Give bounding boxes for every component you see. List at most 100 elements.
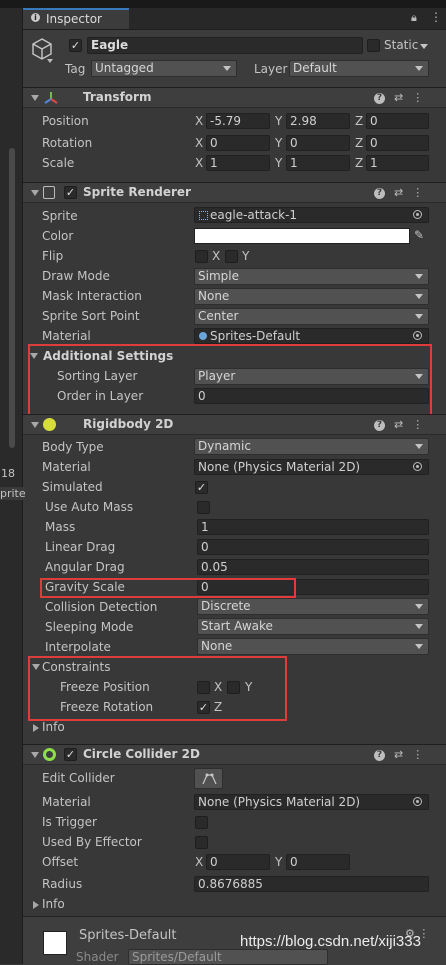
object-picker-icon[interactable] <box>413 210 422 219</box>
edit-collider-label: Edit Collider <box>42 771 115 785</box>
is-trigger-checkbox[interactable] <box>195 816 208 829</box>
more-menu-icon[interactable]: ⋮ <box>430 10 442 24</box>
mass-input[interactable]: 1 <box>197 519 429 535</box>
preset-icon[interactable]: ⇄ <box>394 418 403 431</box>
cc-material-field[interactable]: None (Physics Material 2D) <box>194 794 429 810</box>
shader-dropdown[interactable]: Sprites/Default <box>128 949 328 965</box>
offset-label: Offset <box>42 855 79 869</box>
tab-inspector[interactable]: i Inspector <box>23 8 129 29</box>
static-dropdown-icon[interactable] <box>420 44 428 49</box>
help-icon[interactable]: ? <box>374 419 385 431</box>
highlight-box-constraints <box>28 656 287 721</box>
rigidbody-title: Rigidbody 2D <box>83 417 174 431</box>
object-picker-icon[interactable] <box>413 797 422 806</box>
cc-info-label[interactable]: Info <box>42 897 65 911</box>
flip-y-checkbox[interactable] <box>225 250 238 263</box>
offset-x-input[interactable]: 0 <box>206 854 270 870</box>
offset-y-input[interactable]: 0 <box>286 854 350 870</box>
preset-icon[interactable]: ⇄ <box>394 91 403 104</box>
z-label: Z <box>355 114 364 128</box>
position-label: Position <box>42 114 89 128</box>
radius-input[interactable]: 0.8676885 <box>194 876 429 892</box>
x-label: X <box>195 855 204 869</box>
context-menu-icon[interactable]: ⋮ <box>412 91 423 104</box>
interpolate-value: None <box>201 639 233 653</box>
active-checkbox[interactable]: ✓ <box>69 39 82 52</box>
help-icon[interactable]: ? <box>374 92 385 104</box>
left-scrollbar[interactable] <box>9 148 15 448</box>
mask-interaction-dropdown[interactable]: None <box>194 288 429 305</box>
body-type-value: Dynamic <box>198 439 251 453</box>
position-z-input[interactable]: 0 <box>366 113 429 129</box>
body-type-dropdown[interactable]: Dynamic <box>194 438 429 455</box>
scale-z-input[interactable]: 1 <box>366 155 429 171</box>
linear-drag-input[interactable]: 0 <box>197 539 429 555</box>
sprite-field[interactable]: eagle-attack-1 <box>194 207 429 223</box>
x-label: X <box>212 249 221 263</box>
transform-header[interactable]: Transform ? ⇄ ⋮ <box>23 87 446 108</box>
sort-point-dropdown[interactable]: Center <box>194 308 429 325</box>
icon-dropdown-arrow-icon[interactable] <box>47 59 53 63</box>
collapse-arrow-icon[interactable] <box>31 190 39 196</box>
x-label: X <box>195 156 204 170</box>
cc-material-label: Material <box>42 795 91 809</box>
sprite-renderer-enabled-checkbox[interactable]: ✓ <box>64 186 77 199</box>
rb-info-label[interactable]: Info <box>42 720 65 734</box>
sprite-renderer-header[interactable]: ✓ Sprite Renderer ? ⇄ ⋮ <box>23 182 446 203</box>
context-menu-icon[interactable]: ⋮ <box>412 418 423 431</box>
preset-icon[interactable]: ⇄ <box>394 186 403 199</box>
material-preview <box>43 931 67 955</box>
help-icon[interactable]: ? <box>374 187 385 199</box>
shader-label: Shader <box>76 950 119 964</box>
help-icon[interactable]: ? <box>374 749 385 761</box>
static-checkbox[interactable] <box>367 39 380 52</box>
collision-detection-dropdown[interactable]: Discrete <box>197 598 429 615</box>
angular-drag-input[interactable]: 0.05 <box>197 559 429 575</box>
circle-collider-header[interactable]: ✓ Circle Collider 2D ? ⇄ ⋮ <box>23 744 446 765</box>
edit-collider-button[interactable] <box>194 768 223 789</box>
rotation-z-input[interactable]: 0 <box>366 135 429 151</box>
object-picker-icon[interactable] <box>413 462 422 471</box>
highlight-box-gravity-scale <box>40 578 296 598</box>
info-arrow-icon[interactable] <box>33 901 39 909</box>
simulated-checkbox[interactable]: ✓ <box>195 481 208 494</box>
used-by-effector-checkbox[interactable] <box>195 836 208 849</box>
color-swatch[interactable] <box>194 228 410 244</box>
sleeping-mode-dropdown[interactable]: Start Awake <box>197 618 429 635</box>
context-menu-icon[interactable]: ⋮ <box>412 748 423 761</box>
radius-label: Radius <box>42 877 83 891</box>
scale-x-input[interactable]: 1 <box>206 155 270 171</box>
rigidbody-header[interactable]: Rigidbody 2D ? ⇄ ⋮ <box>23 414 446 435</box>
x-label: X <box>195 136 204 150</box>
lock-icon[interactable]: 🔒︎ <box>411 11 417 25</box>
material-value: Sprites-Default <box>210 329 301 343</box>
info-arrow-icon[interactable] <box>33 724 39 732</box>
circle-collider-enabled-checkbox[interactable]: ✓ <box>64 748 77 761</box>
tag-dropdown[interactable]: Untagged <box>91 60 237 77</box>
flip-x-checkbox[interactable] <box>195 250 208 263</box>
collapse-arrow-icon[interactable] <box>31 752 39 758</box>
rb-material-field[interactable]: None (Physics Material 2D) <box>194 459 429 475</box>
scale-label: Scale <box>42 156 75 170</box>
object-name-input[interactable]: Eagle <box>87 37 363 54</box>
interpolate-dropdown[interactable]: None <box>197 638 429 655</box>
layer-dropdown[interactable]: Default <box>289 60 429 77</box>
material-field[interactable]: Sprites-Default <box>194 328 429 344</box>
collapse-arrow-icon[interactable] <box>31 95 39 101</box>
shader-value: Sprites/Default <box>132 950 222 964</box>
rotation-y-input[interactable]: 0 <box>286 135 350 151</box>
sleeping-mode-value: Start Awake <box>201 619 273 633</box>
position-y-input[interactable]: 2.98 <box>286 113 350 129</box>
draw-mode-dropdown[interactable]: Simple <box>194 268 429 285</box>
edit-collider-icon <box>202 773 217 785</box>
preset-icon[interactable]: ⇄ <box>394 748 403 761</box>
context-menu-icon[interactable]: ⋮ <box>412 186 423 199</box>
mass-label: Mass <box>45 520 76 534</box>
eyedropper-icon[interactable]: ✎ <box>414 228 424 242</box>
auto-mass-checkbox[interactable] <box>197 501 210 514</box>
scale-y-input[interactable]: 1 <box>286 155 350 171</box>
collapse-arrow-icon[interactable] <box>31 422 39 428</box>
rotation-x-input[interactable]: 0 <box>206 135 270 151</box>
object-picker-icon[interactable] <box>413 331 422 340</box>
position-x-input[interactable]: -5.79 <box>206 113 270 129</box>
